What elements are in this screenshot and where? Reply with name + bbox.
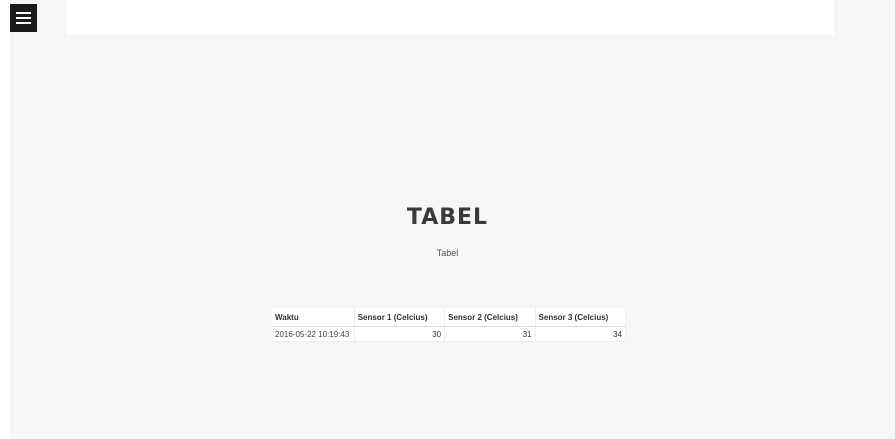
cell-sensor-2: 31 [444,326,536,342]
cell-sensor-3: 34 [535,326,627,342]
column-header-waktu[interactable]: Waktu [272,308,355,327]
column-header-sensor-3[interactable]: Sensor 3 (Celcius) [535,308,627,327]
cell-sensor-1: 30 [354,326,446,342]
page: TABEL Tabel Waktu Sensor 1 (Celcius) Sen… [0,0,895,439]
sensor-table: Waktu Sensor 1 (Celcius) Sensor 2 (Celci… [272,308,627,342]
column-header-sensor-2[interactable]: Sensor 2 (Celcius) [444,308,536,327]
page-subtitle: Tabel [436,248,459,258]
table-row: 2016-05-22 10:19:43 30 31 34 [272,326,627,342]
cell-waktu: 2016-05-22 10:19:43 [272,326,355,342]
top-bar [66,0,834,35]
column-header-sensor-1[interactable]: Sensor 1 (Celcius) [354,308,446,327]
page-title: TABEL [406,205,489,230]
table-header-row: Waktu Sensor 1 (Celcius) Sensor 2 (Celci… [272,308,627,327]
menu-button[interactable] [10,4,37,32]
